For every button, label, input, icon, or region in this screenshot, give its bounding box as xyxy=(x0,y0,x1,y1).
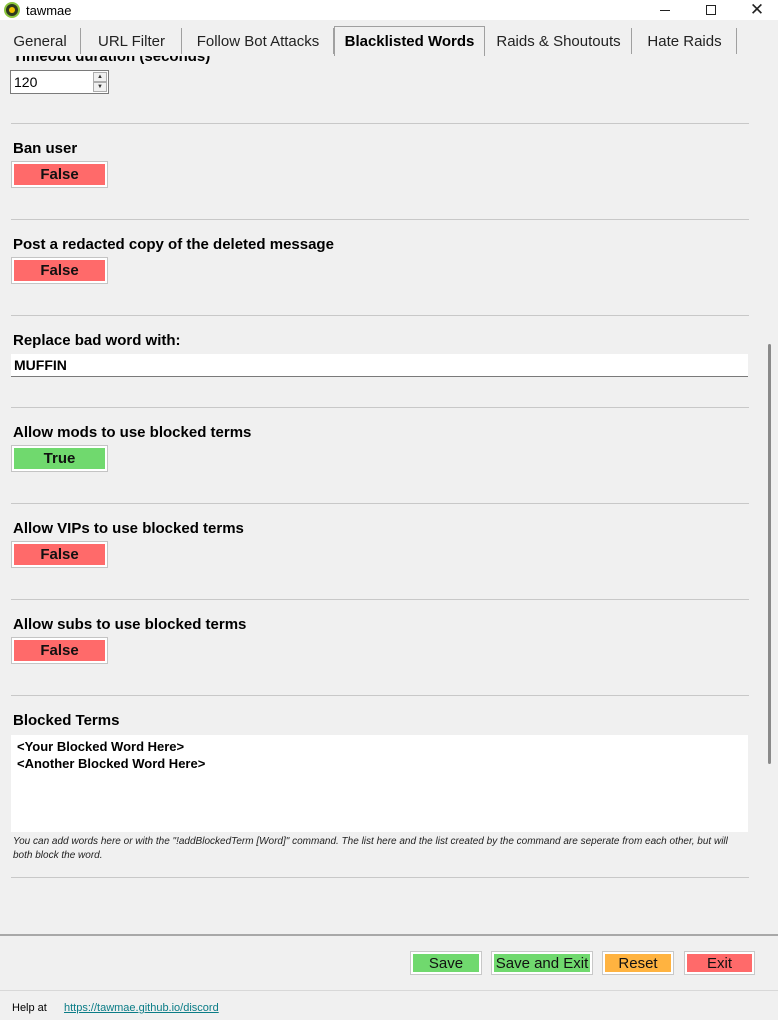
scrollbar-thumb[interactable] xyxy=(768,344,771,764)
blocked-terms-help-text: You can add words here or with the "!add… xyxy=(13,836,728,861)
divider xyxy=(11,695,749,696)
divider xyxy=(11,315,749,316)
tab-raids-shoutouts[interactable]: Raids & Shoutouts xyxy=(486,28,632,54)
blocked-terms-textarea[interactable]: <Your Blocked Word Here> <Another Blocke… xyxy=(11,735,748,832)
close-button[interactable]: ✕ xyxy=(734,0,778,20)
divider xyxy=(11,219,749,220)
timeout-duration-spinbox[interactable]: 120 ▲ ▼ xyxy=(10,70,109,94)
divider xyxy=(11,503,749,504)
reset-button[interactable]: Reset xyxy=(602,951,674,975)
blocked-term-line: <Your Blocked Word Here> xyxy=(17,739,185,754)
discord-help-link[interactable]: https://tawmae.github.io/discord xyxy=(64,1002,219,1014)
exit-button[interactable]: Exit xyxy=(684,951,755,975)
allow-mods-label: Allow mods to use blocked terms xyxy=(13,424,252,441)
maximize-button[interactable] xyxy=(688,0,734,20)
allow-vips-toggle[interactable]: False xyxy=(11,541,108,568)
tab-bar: General URL Filter Follow Bot Attacks Bl… xyxy=(0,26,778,56)
spin-down-icon[interactable]: ▼ xyxy=(93,82,107,92)
title-bar: tawmae ✕ xyxy=(0,0,778,20)
maximize-icon xyxy=(706,5,716,15)
tab-hate-raids[interactable]: Hate Raids xyxy=(633,28,737,54)
tawmae-logo-icon xyxy=(4,2,20,18)
save-button[interactable]: Save xyxy=(410,951,482,975)
divider xyxy=(11,123,749,124)
replace-word-label: Replace bad word with: xyxy=(13,332,181,349)
post-redacted-label: Post a redacted copy of the deleted mess… xyxy=(13,236,334,253)
blocked-terms-label: Blocked Terms xyxy=(13,712,120,729)
allow-mods-toggle[interactable]: True xyxy=(11,445,108,472)
allow-subs-label: Allow subs to use blocked terms xyxy=(13,616,247,633)
blocked-term-line: <Another Blocked Word Here> xyxy=(17,756,206,771)
spin-up-icon[interactable]: ▲ xyxy=(93,72,107,82)
footer-divider xyxy=(0,990,778,991)
minimize-icon xyxy=(660,9,670,11)
timeout-duration-value: 120 xyxy=(14,74,38,90)
divider xyxy=(11,599,749,600)
close-icon: ✕ xyxy=(749,0,765,19)
divider xyxy=(11,407,749,408)
tab-follow-bot-attacks[interactable]: Follow Bot Attacks xyxy=(183,28,334,54)
timeout-duration-label: Timeout duration (seconds) xyxy=(13,56,211,65)
ban-user-toggle[interactable]: False xyxy=(11,161,108,188)
settings-panel: Timeout duration (seconds) 120 ▲ ▼ Ban u… xyxy=(0,56,762,934)
minimize-button[interactable] xyxy=(642,0,688,20)
save-and-exit-button[interactable]: Save and Exit xyxy=(491,951,593,975)
tab-blacklisted-words[interactable]: Blacklisted Words xyxy=(334,26,485,56)
tab-general[interactable]: General xyxy=(0,28,81,54)
allow-vips-label: Allow VIPs to use blocked terms xyxy=(13,520,244,537)
ban-user-label: Ban user xyxy=(13,140,78,157)
action-bar-divider xyxy=(0,934,778,936)
replace-word-input[interactable]: MUFFIN xyxy=(11,354,748,377)
vertical-scrollbar[interactable] xyxy=(762,56,778,934)
post-redacted-toggle[interactable]: False xyxy=(11,257,108,284)
tab-url-filter[interactable]: URL Filter xyxy=(82,28,182,54)
window-title: tawmae xyxy=(26,3,72,18)
allow-subs-toggle[interactable]: False xyxy=(11,637,108,664)
divider xyxy=(11,877,749,878)
help-label: Help at xyxy=(12,1002,47,1014)
